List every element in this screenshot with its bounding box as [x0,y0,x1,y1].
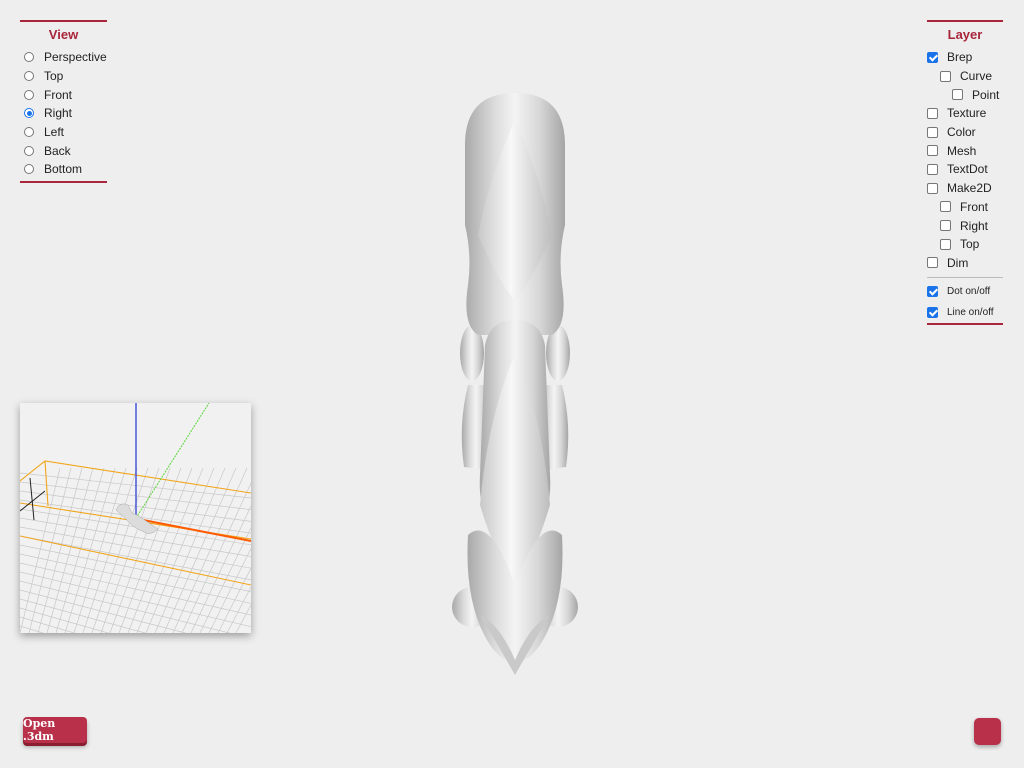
layer-item-point[interactable]: Point [927,85,1003,104]
layer-item-brep[interactable]: Brep [927,48,1003,67]
layer-checkbox[interactable] [927,145,938,157]
view-option-label: Top [44,69,64,84]
toggle-checkbox[interactable] [927,286,938,298]
view-radio[interactable] [24,127,34,138]
layer-item-right[interactable]: Right [927,216,1003,235]
layer-item-label: Mesh [947,143,977,158]
layer-panel: Layer Brep Curve Point Texture Color Mesh Text… [927,20,1003,326]
grid-line [91,467,149,633]
layer-checkbox[interactable] [927,107,938,119]
grid-line [20,598,147,633]
view-option-front[interactable]: Front [20,85,107,104]
toggle-checkbox[interactable] [927,307,938,319]
view-panel-title: View [48,27,79,42]
view-radio[interactable] [24,145,34,156]
layer-item-label: Dim [947,255,969,270]
layer-item-label: Top [960,237,980,252]
grid-line [20,589,187,633]
view-option-label: Bottom [44,162,83,177]
open-3dm-button[interactable]: Open .3dm [23,717,87,743]
view-radio[interactable] [24,52,34,63]
grid-line [20,544,251,592]
toggle-label: Dot on/off [947,286,991,298]
layer-item-dim[interactable]: Dim [927,254,1003,273]
perspective-preview[interactable] [20,403,251,633]
view-option-label: Back [44,143,71,158]
view-option-left[interactable]: Left [20,123,107,142]
layer-checkbox[interactable] [927,182,938,194]
view-panel: View Perspective Top Front Right Left Back Bot… [20,20,107,183]
view-radio[interactable] [24,89,34,100]
layer-item-label: Point [972,87,1000,102]
layer-checkbox[interactable] [927,126,938,138]
layer-checkbox[interactable] [940,201,951,213]
layer-checkbox[interactable] [927,163,938,175]
layer-checkbox[interactable] [940,238,951,250]
grid-line [172,467,248,633]
view-radio[interactable] [24,71,34,82]
layer-item-color[interactable]: Color [927,123,1003,142]
grid-line [109,467,171,633]
grid-line [20,607,110,633]
layer-checkbox[interactable] [927,51,938,63]
toggle-line[interactable]: Line on/off [927,302,1003,323]
model-shape [452,93,578,675]
view-option-label: Front [44,87,73,102]
view-option-top[interactable]: Top [20,67,107,86]
layer-item-label: Curve [960,69,993,84]
layer-checkbox[interactable] [940,70,951,82]
grid-line [127,467,193,633]
view-option-label: Right [44,106,73,121]
layer-item-label: Brep [947,50,973,65]
layer-item-top[interactable]: Top [927,235,1003,254]
layer-item-make2d[interactable]: Make2D [927,179,1003,198]
grid-line [37,467,83,633]
view-option-right[interactable]: Right [20,104,107,123]
layer-item-label: Make2D [947,181,992,196]
y-axis [135,403,210,519]
stop-button[interactable] [974,718,1001,745]
layer-item-label: Texture [947,106,987,121]
model-3d-viewport[interactable] [440,85,590,685]
layer-item-label: Front [960,199,989,214]
layer-item-label: TextDot [947,162,988,177]
view-option-label: Left [44,125,65,140]
layer-item-textdot[interactable]: TextDot [927,160,1003,179]
view-radio[interactable] [24,108,34,119]
perspective-scene [20,403,251,633]
view-option-bottom[interactable]: Bottom [20,160,107,179]
toggle-label: Line on/off [947,307,994,319]
layer-checkbox[interactable] [952,89,963,101]
view-radio[interactable] [24,164,34,175]
layer-item-label: Color [947,125,976,140]
layer-item-curve[interactable]: Curve [927,67,1003,86]
layer-item-mesh[interactable]: Mesh [927,141,1003,160]
grid-line [145,467,215,633]
grid-line [73,467,127,633]
layer-item-front[interactable]: Front [927,198,1003,217]
layer-item-texture[interactable]: Texture [927,104,1003,123]
layer-item-label: Right [960,218,989,233]
toggle-dot[interactable]: Dot on/off [927,281,1003,302]
view-option-perspective[interactable]: Perspective [20,48,107,67]
layer-panel-title: Layer [947,27,983,42]
layer-checkbox[interactable] [927,257,938,269]
view-option-label: Perspective [44,50,107,65]
view-option-back[interactable]: Back [20,141,107,160]
layer-separator [927,277,1003,279]
layer-checkbox[interactable] [940,220,951,232]
view-panel-bottom-rule [20,180,107,183]
layer-panel-bottom-rule [927,323,1003,326]
